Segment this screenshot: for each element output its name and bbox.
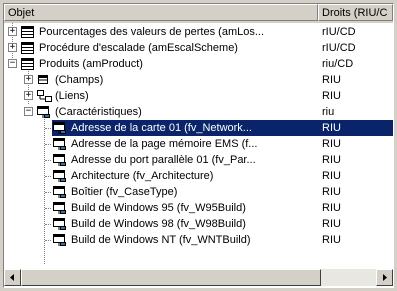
tree-row[interactable]: + Pourcentages des valeurs de pertes (amL… — [4, 24, 393, 40]
fields-icon — [36, 73, 52, 87]
tree-row-label: Boîtier (fv_CaseType) — [71, 186, 178, 198]
feature-item-icon — [52, 201, 68, 215]
tree-row[interactable]: + Procédure d'escalade (amEscalScheme) rIU… — [4, 40, 393, 56]
feature-item-icon — [52, 121, 68, 135]
column-droits[interactable]: Droits (RIU/C — [318, 4, 393, 21]
expand-icon[interactable]: + — [24, 91, 33, 100]
tree-row-rights: riu — [322, 106, 335, 118]
tree-row-label: (Caractéristiques) — [55, 106, 142, 118]
scroll-thumb[interactable] — [21, 269, 321, 286]
column-objet[interactable]: Objet — [4, 4, 318, 21]
feature-item-icon — [52, 153, 68, 167]
tree-row-label: Adresse de la page mémoire EMS (f... — [71, 138, 258, 150]
collapse-icon[interactable]: − — [8, 59, 17, 68]
feature-item-icon — [52, 137, 68, 151]
tree-row[interactable]: Adresse du port parallèle 01 (fv_Par... R… — [4, 152, 393, 168]
horizontal-scrollbar[interactable] — [4, 269, 393, 286]
feature-item-icon — [52, 185, 68, 199]
tree-line — [45, 128, 51, 129]
tree-row-rights: riu/CD — [322, 58, 354, 70]
feature-item-icon — [52, 233, 68, 247]
expand-icon[interactable]: + — [24, 75, 33, 84]
tree-row[interactable]: + (Champs) RIU — [4, 72, 393, 88]
tree-row-label: (Champs) — [55, 74, 104, 86]
tree-row[interactable]: Adresse de la page mémoire EMS (f... RIU — [4, 136, 393, 152]
expand-icon[interactable]: + — [8, 27, 17, 36]
tree-row-rights: RIU — [322, 186, 341, 198]
tree-row-rights: RIU — [322, 90, 341, 102]
table-icon — [20, 25, 36, 39]
tree-row-label: Build de Windows NT (fv_WNTBuild) — [71, 234, 251, 246]
table-icon — [20, 41, 36, 55]
scroll-left-button[interactable] — [4, 269, 21, 286]
tree-row[interactable]: Architecture (fv_Architecture) RIU — [4, 168, 393, 184]
feature-item-icon — [52, 169, 68, 183]
links-icon — [36, 89, 52, 103]
tree-row-label: Procédure d'escalade (amEscalScheme) — [39, 42, 238, 54]
table-icon — [20, 57, 36, 71]
tree-rows: + Pourcentages des valeurs de pertes (amL… — [4, 23, 393, 268]
column-header: Objet Droits (RIU/C — [4, 4, 393, 23]
feature-item-icon — [52, 217, 68, 231]
tree-row-label: (Liens) — [55, 90, 89, 102]
tree-row-rights: RIU — [322, 202, 341, 214]
expand-icon[interactable]: + — [8, 43, 17, 52]
tree-row[interactable]: Adresse de la carte 01 (fv_Network... RIU — [4, 120, 393, 136]
arrow-right-icon — [383, 274, 387, 281]
tree-row[interactable]: + (Liens) RIU — [4, 88, 393, 104]
tree-line — [45, 176, 51, 177]
tree-row-label: Architecture (fv_Architecture) — [71, 170, 214, 182]
tree-row[interactable]: − (Caractéristiques) riu — [4, 104, 393, 120]
tree-row-label: Adresse du port parallèle 01 (fv_Par... — [71, 154, 256, 166]
arrow-left-icon — [10, 274, 14, 281]
tree-row[interactable]: Boîtier (fv_CaseType) RIU — [4, 184, 393, 200]
tree-row[interactable]: − Produits (amProduct) riu/CD — [4, 56, 393, 72]
tree-row-rights: rIU/CD — [322, 42, 356, 54]
collapse-icon[interactable]: − — [24, 107, 33, 116]
tree-row-rights: RIU — [322, 154, 341, 166]
scroll-right-button[interactable] — [376, 269, 393, 286]
tree-row-rights: RIU — [322, 138, 341, 150]
tree-row-rights: RIU — [322, 218, 341, 230]
tree-row[interactable]: Build de Windows 98 (fv_W98Build) RIU — [4, 216, 393, 232]
tree-row-rights: RIU — [322, 234, 341, 246]
tree-row-rights: RIU — [322, 170, 341, 182]
features-icon — [36, 105, 52, 119]
tree-row-rights: rIU/CD — [322, 26, 356, 38]
tree-row[interactable]: Build de Windows NT (fv_WNTBuild) RIU — [4, 232, 393, 248]
tree-line — [45, 240, 51, 241]
tree-row-rights: RIU — [320, 120, 341, 136]
tree-row-rights: RIU — [322, 74, 341, 86]
tree-row[interactable]: Build de Windows 95 (fv_W95Build) RIU — [4, 200, 393, 216]
tree-line — [45, 144, 51, 145]
tree-line — [45, 160, 51, 161]
tree-row-label: Build de Windows 98 (fv_W98Build) — [71, 218, 246, 230]
tree-line — [45, 224, 51, 225]
tree-row-label: Pourcentages des valeurs de pertes (amLo… — [39, 26, 265, 38]
tree-line — [45, 208, 51, 209]
tree-row-label: Produits (amProduct) — [39, 58, 143, 70]
tree-list-view[interactable]: Objet Droits (RIU/C + Pourcentages des va… — [3, 3, 394, 288]
tree-row-label: Build de Windows 95 (fv_W95Build) — [71, 202, 246, 214]
tree-line — [45, 192, 51, 193]
tree-row-label: Adresse de la carte 01 (fv_Network... — [69, 120, 254, 136]
